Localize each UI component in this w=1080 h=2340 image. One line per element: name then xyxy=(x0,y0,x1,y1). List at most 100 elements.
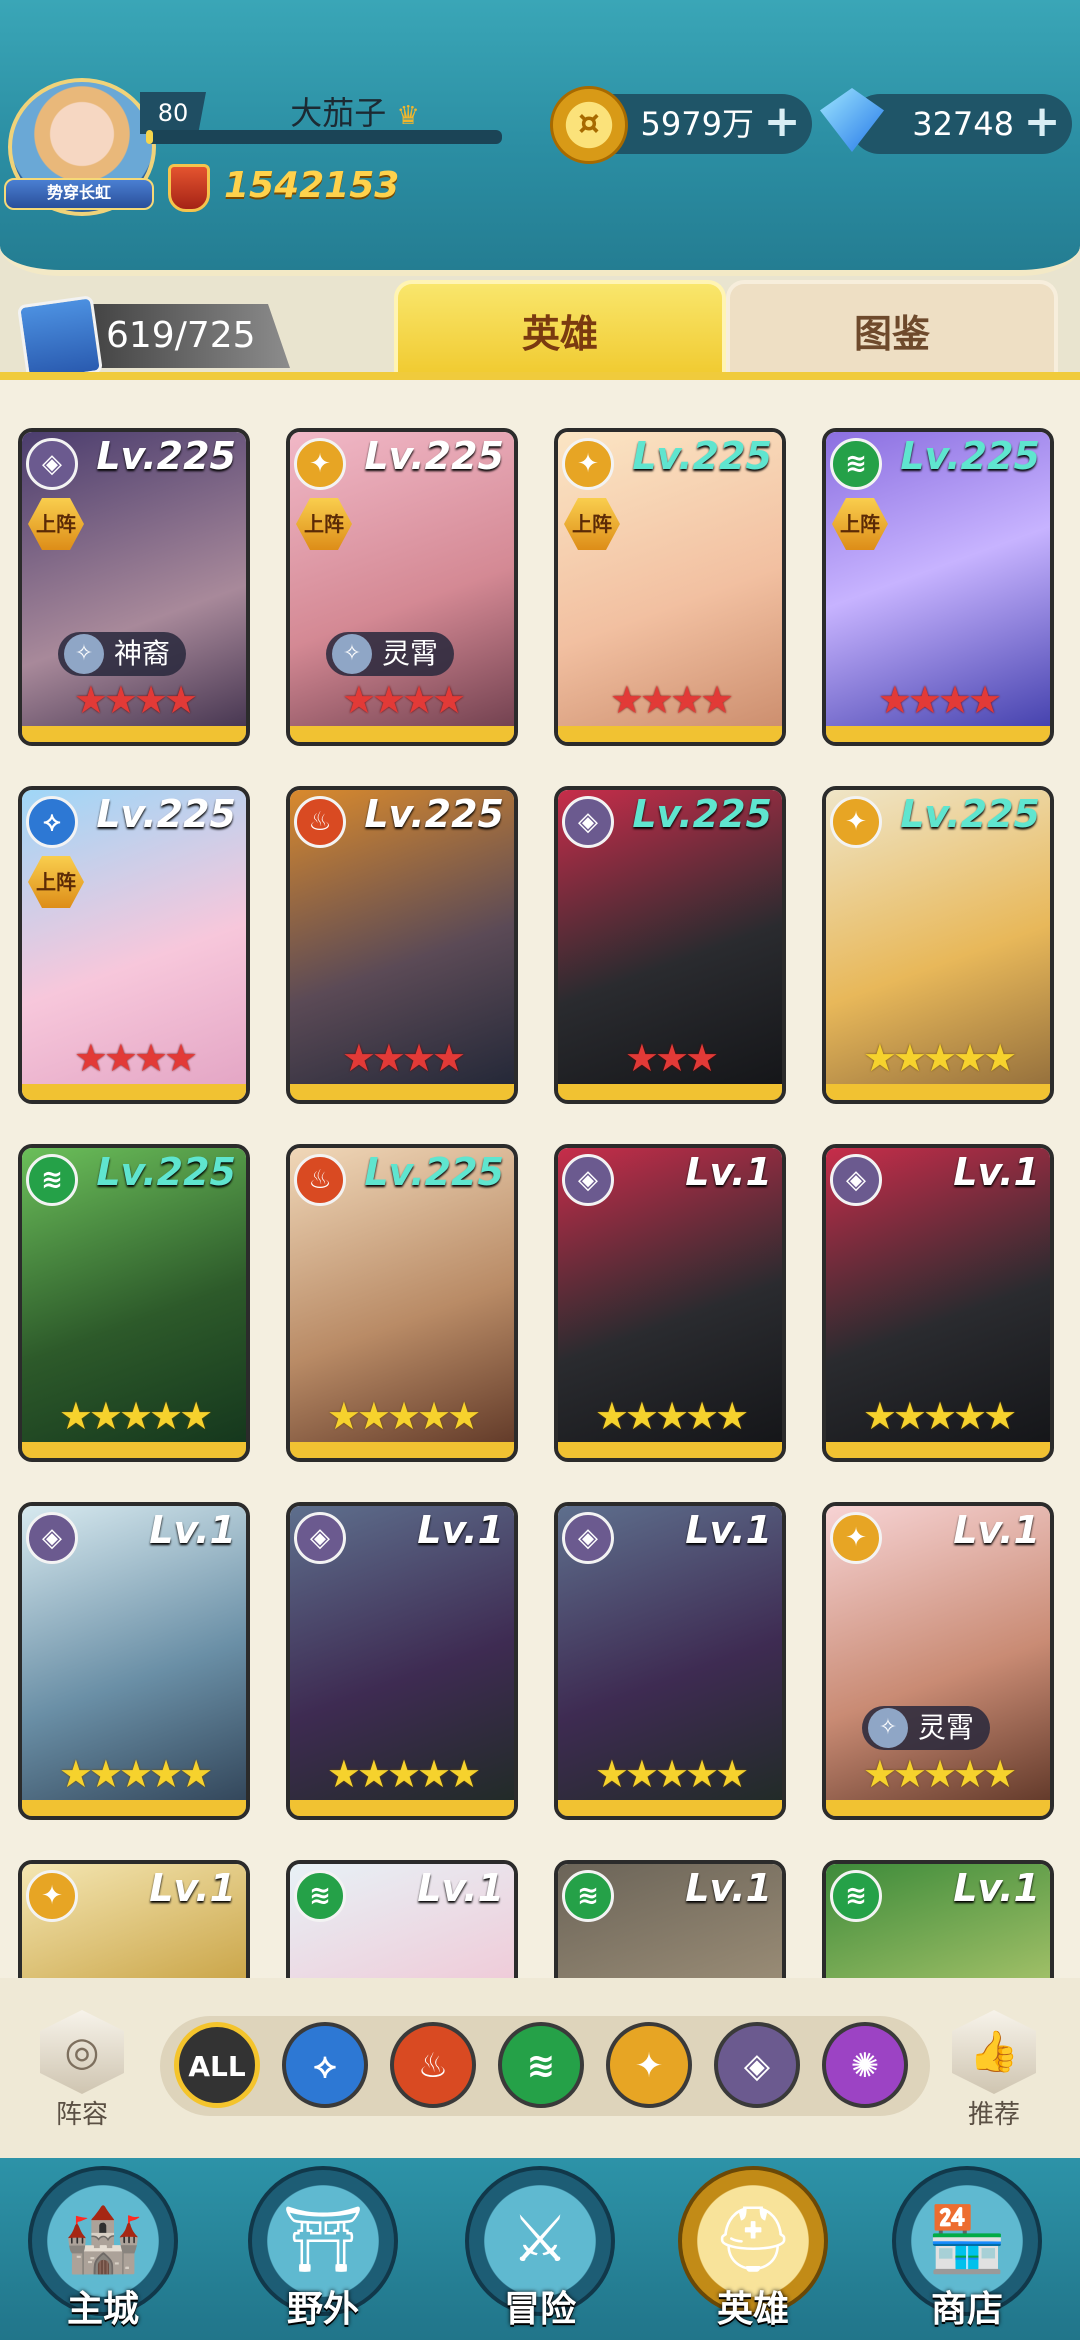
combat-power: 1542153 xyxy=(166,162,399,210)
star-rating: ★★★ xyxy=(624,1036,719,1080)
hero-level: Lv.225 xyxy=(364,792,504,836)
add-gem-button[interactable]: + xyxy=(1020,100,1064,146)
star-rating: ★★★★★ xyxy=(58,1394,213,1438)
hero-card[interactable]: ◈ Lv.225 上阵 ✧ 神裔 ★★★★ xyxy=(18,428,250,746)
shadow-element-icon: ◈ xyxy=(26,438,78,490)
filter-fire-icon[interactable]: ♨ xyxy=(390,2022,476,2108)
card-base xyxy=(558,726,782,742)
fire-element-icon: ♨ xyxy=(294,1154,346,1206)
hero-card[interactable]: ✦ Lv.225 上阵 ✧ 灵霄 ★★★★ xyxy=(286,428,518,746)
star-rating: ★★★★★ xyxy=(326,1752,481,1796)
hero-card[interactable]: ≋ Lv.1 xyxy=(554,1860,786,1978)
gold-coin-icon: ¤ xyxy=(550,86,628,164)
faction-label: 灵霄 xyxy=(382,637,439,670)
wind-element-icon: ≋ xyxy=(294,1870,346,1922)
nav-field[interactable]: ⛩ 野外 xyxy=(238,2166,408,2340)
filter-all-button[interactable]: ALL xyxy=(174,2022,260,2108)
nav-heroes[interactable]: ⛑ 英雄 xyxy=(668,2166,838,2340)
hero-cards-icon xyxy=(16,295,104,383)
hero-card[interactable]: ✦ Lv.225 ★★★★★ xyxy=(822,786,1054,1104)
card-base xyxy=(558,1084,782,1100)
tab-codex[interactable]: 图鉴 xyxy=(726,280,1058,380)
holy-element-icon: ✦ xyxy=(830,796,882,848)
nav-main-city[interactable]: 🏰 主城 xyxy=(18,2166,188,2340)
filter-shadow-icon[interactable]: ◈ xyxy=(714,2022,800,2108)
faction-icon: ✧ xyxy=(868,1708,908,1748)
filter-wind-icon[interactable]: ≋ xyxy=(498,2022,584,2108)
player-level: 80 xyxy=(140,92,206,134)
nav-adventure[interactable]: ⚔ 冒险 xyxy=(455,2166,625,2340)
hero-card[interactable]: ◈ Lv.1 ★★★★★ xyxy=(554,1502,786,1820)
filter-holy-icon[interactable]: ✦ xyxy=(606,2022,692,2108)
tab-heroes[interactable]: 英雄 xyxy=(394,280,726,380)
faction-icon: ✧ xyxy=(64,634,104,674)
hero-card[interactable]: ◈ Lv.1 ★★★★★ xyxy=(18,1502,250,1820)
holy-element-icon: ✦ xyxy=(294,438,346,490)
star-rating: ★★★★ xyxy=(341,1036,466,1080)
hero-level: Lv.1 xyxy=(685,1508,772,1552)
hero-card[interactable]: ✦ Lv.225 上阵 ★★★★ xyxy=(554,428,786,746)
avatar-badge: 势穿长虹 xyxy=(4,178,154,210)
filter-arcane-icon[interactable]: ✺ xyxy=(822,2022,908,2108)
hero-card-grid: ◈ Lv.225 上阵 ✧ 神裔 ★★★★ ✦ Lv.225 上阵 ✧ 灵霄 ★★★★ ✦ Lv.225 上… xyxy=(0,380,1080,1978)
hero-card[interactable]: ≋ Lv.225 上阵 ★★★★ xyxy=(822,428,1054,746)
hero-level: Lv.1 xyxy=(953,1150,1040,1194)
hero-level: Lv.1 xyxy=(685,1150,772,1194)
hero-level: Lv.1 xyxy=(149,1508,236,1552)
hero-card[interactable]: ◈ Lv.1 ★★★★★ xyxy=(822,1144,1054,1462)
hero-card[interactable]: ✦ Lv.1 ✧ 灵霄 ★★★★★ xyxy=(822,1502,1054,1820)
hero-level: Lv.225 xyxy=(364,434,504,478)
star-rating: ★★★★★ xyxy=(862,1394,1017,1438)
star-rating: ★★★★★ xyxy=(594,1752,749,1796)
filter-water-icon[interactable]: ⟡ xyxy=(282,2022,368,2108)
card-base xyxy=(558,1800,782,1816)
hero-card[interactable]: ◈ Lv.1 ★★★★★ xyxy=(286,1502,518,1820)
card-base xyxy=(826,1442,1050,1458)
shadow-element-icon: ◈ xyxy=(562,1512,614,1564)
hero-card[interactable]: ✦ Lv.1 xyxy=(18,1860,250,1978)
gold-amount: 5979万 xyxy=(640,105,754,143)
hero-level: Lv.1 xyxy=(953,1866,1040,1910)
hero-level: Lv.1 xyxy=(417,1508,504,1552)
hero-level: Lv.1 xyxy=(149,1866,236,1910)
add-gold-button[interactable]: + xyxy=(760,100,804,146)
hero-card[interactable]: ◈ Lv.1 ★★★★★ xyxy=(554,1144,786,1462)
nav-label: 野外 xyxy=(286,2289,359,2330)
shadow-element-icon: ◈ xyxy=(830,1154,882,1206)
recommend-button[interactable]: 👍 推荐 xyxy=(946,2010,1042,2130)
card-base xyxy=(290,1442,514,1458)
card-base xyxy=(558,1442,782,1458)
shadow-element-icon: ◈ xyxy=(562,1154,614,1206)
nav-shop[interactable]: 🏪 商店 xyxy=(882,2166,1052,2340)
hero-level: Lv.225 xyxy=(900,792,1040,836)
faction-tag: ✧ 神裔 xyxy=(58,632,187,676)
card-base xyxy=(290,1084,514,1100)
faction-label: 神裔 xyxy=(114,637,171,670)
water-element-icon: ⟡ xyxy=(26,796,78,848)
shadow-element-icon: ◈ xyxy=(562,796,614,848)
wind-element-icon: ≋ xyxy=(562,1870,614,1922)
exp-progress-bar xyxy=(146,130,502,144)
lineup-button[interactable]: ◎ 阵容 xyxy=(34,2010,130,2130)
hero-card[interactable]: ≋ Lv.1 xyxy=(286,1860,518,1978)
exp-progress-fill xyxy=(146,130,154,144)
hero-level: Lv.225 xyxy=(632,792,772,836)
card-base xyxy=(290,1800,514,1816)
card-base xyxy=(22,1084,246,1100)
card-base xyxy=(22,1800,246,1816)
holy-element-icon: ✦ xyxy=(562,438,614,490)
hero-card[interactable]: ≋ Lv.1 xyxy=(822,1860,1054,1978)
hero-card[interactable]: ⟡ Lv.225 上阵 ★★★★ xyxy=(18,786,250,1104)
hero-card[interactable]: ♨ Lv.225 ★★★★★ xyxy=(286,1144,518,1462)
holy-element-icon: ✦ xyxy=(26,1870,78,1922)
crown-icon: ♛ xyxy=(396,101,420,131)
faction-icon: ✧ xyxy=(332,634,372,674)
lineup-label: 阵容 xyxy=(55,2100,108,2130)
hero-card[interactable]: ≋ Lv.225 ★★★★★ xyxy=(18,1144,250,1462)
star-rating: ★★★★ xyxy=(73,678,198,722)
hero-card[interactable]: ♨ Lv.225 ★★★★ xyxy=(286,786,518,1104)
hero-card[interactable]: ◈ Lv.225 ★★★ xyxy=(554,786,786,1104)
hero-level: Lv.225 xyxy=(96,434,236,478)
gem-resource: 32748 + xyxy=(850,94,1072,154)
player-name: 大茄子 xyxy=(290,94,387,132)
